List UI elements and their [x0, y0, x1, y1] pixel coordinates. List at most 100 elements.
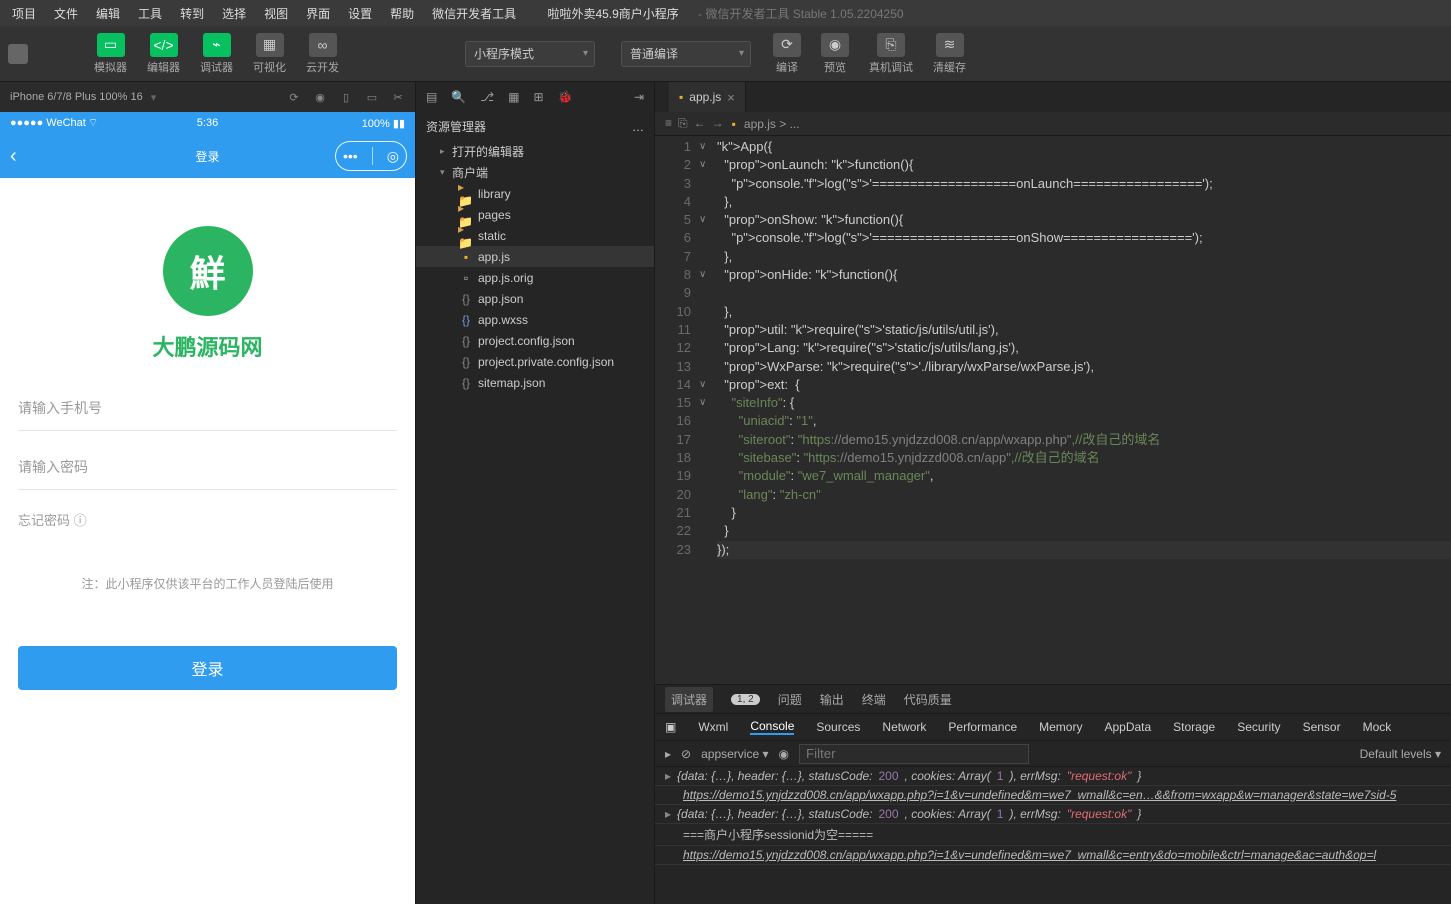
breadcrumb-text[interactable]: app.js > ...	[744, 117, 800, 131]
target-icon[interactable]: ◎	[387, 148, 399, 165]
devtool-tab[interactable]: Memory	[1039, 720, 1082, 734]
back-icon[interactable]: ‹	[10, 145, 17, 168]
explorer-panel: ▤ 🔍 ⎇ ▦ ⊞ 🐞 ⇥ 资源管理器… ▸打开的编辑器 ▾商户端 ▸ 📁lib…	[415, 82, 655, 904]
log-line[interactable]: ▸ {data: {…}, header: {…}, statusCode: 2…	[655, 767, 1451, 786]
menu-item[interactable]: 选择	[214, 1, 254, 26]
list-icon[interactable]: ≡	[665, 116, 672, 131]
output-tab[interactable]: 输出	[820, 691, 844, 708]
tree-open-editors[interactable]: ▸打开的编辑器	[416, 141, 654, 162]
tree-root[interactable]: ▾商户端	[416, 162, 654, 183]
file-icon[interactable]: ▤	[426, 90, 437, 104]
menu-item[interactable]: 微信开发者工具	[424, 1, 524, 26]
tree-item-app.js[interactable]: ▪app.js	[416, 246, 654, 267]
devtool-tab-console[interactable]: Console	[750, 719, 794, 735]
more-icon[interactable]: •••	[343, 148, 358, 164]
menu-item[interactable]: 工具	[130, 1, 170, 26]
refresh-icon[interactable]: ⟳	[287, 90, 301, 104]
tree-item-pages[interactable]: ▸ 📁pages	[416, 204, 654, 225]
devtool-tab[interactable]: Sources	[816, 720, 860, 734]
nav-back-icon[interactable]: ←	[694, 116, 706, 131]
tree-item-library[interactable]: ▸ 📁library	[416, 183, 654, 204]
code-editor[interactable]: 1234567891011121314151617181920212223 ∨∨…	[655, 136, 1451, 684]
menu-item[interactable]: 项目	[4, 1, 44, 26]
menu-item[interactable]: 文件	[46, 1, 86, 26]
device-icon[interactable]: ▯	[339, 90, 353, 104]
menu-item[interactable]: 转到	[172, 1, 212, 26]
log-line[interactable]: ===商户小程序sessionid为空=====	[655, 824, 1451, 846]
terminal-tab[interactable]: 终端	[862, 691, 886, 708]
log-line[interactable]: ▸ {data: {…}, header: {…}, statusCode: 2…	[655, 805, 1451, 824]
bookmark-icon[interactable]: ⎘	[678, 116, 688, 131]
file-tree: ▸打开的编辑器 ▾商户端 ▸ 📁library▸ 📁pages▸ 📁static…	[416, 141, 654, 904]
editor-button[interactable]: </>编辑器	[139, 29, 188, 79]
bug-icon[interactable]: 🐞	[558, 90, 573, 104]
badge-count: 1, 2	[731, 694, 760, 705]
ext2-icon[interactable]: ⊞	[533, 90, 543, 104]
editor-tab[interactable]: ▪ app.js ×	[669, 82, 746, 112]
cloud-button[interactable]: ∞云开发	[298, 29, 347, 79]
debugger-button[interactable]: ⌁调试器	[192, 29, 241, 79]
devtool-tab[interactable]: Storage	[1173, 720, 1215, 734]
clear-cache-button[interactable]: ≋清缓存	[925, 29, 974, 79]
log-line[interactable]: https://demo15.ynjdzzd008.cn/app/wxapp.p…	[655, 786, 1451, 805]
menu-item[interactable]: 视图	[256, 1, 296, 26]
more-icon[interactable]: …	[632, 120, 644, 134]
phone-input[interactable]: 请输入手机号	[18, 386, 397, 431]
ext-icon[interactable]: ▦	[508, 90, 519, 104]
menu-item[interactable]: 界面	[298, 1, 338, 26]
tree-item-app.js.orig[interactable]: ▫app.js.orig	[416, 267, 654, 288]
filter-input[interactable]	[799, 744, 1029, 764]
compile-dropdown[interactable]: 普通编译	[621, 41, 751, 67]
problems-tab[interactable]: 问题	[778, 691, 802, 708]
devtool-tab[interactable]: Wxml	[698, 720, 728, 734]
select-icon[interactable]: ▣	[665, 720, 676, 734]
menu-item[interactable]: 帮助	[382, 1, 422, 26]
simulator-button[interactable]: ▭模拟器	[86, 29, 135, 79]
record-icon[interactable]: ◉	[313, 90, 327, 104]
menu-item[interactable]: 设置	[340, 1, 380, 26]
tree-item-app.json[interactable]: {}app.json	[416, 288, 654, 309]
login-button[interactable]: 登录	[18, 646, 397, 690]
devtool-tab[interactable]: Performance	[948, 720, 1017, 734]
mode-dropdown[interactable]: 小程序模式	[465, 41, 595, 67]
tree-item-sitemap.json[interactable]: {}sitemap.json	[416, 372, 654, 393]
password-input[interactable]: 请输入密码	[18, 445, 397, 490]
remote-debug-button[interactable]: ⎘真机调试	[861, 29, 921, 79]
device-label[interactable]: iPhone 6/7/8 Plus 100% 16	[10, 91, 143, 103]
devtool-tab[interactable]: Mock	[1363, 720, 1392, 734]
tree-item-project.private.config.json[interactable]: {}project.private.config.json	[416, 351, 654, 372]
debugger-tab[interactable]: 调试器	[665, 687, 713, 712]
devtool-tab[interactable]: Sensor	[1303, 720, 1341, 734]
devtool-tab[interactable]: Network	[882, 720, 926, 734]
rotate-icon[interactable]: ▭	[365, 90, 379, 104]
cut-icon[interactable]: ✂	[391, 90, 405, 104]
capsule[interactable]: ••• ◎	[335, 141, 407, 171]
app-icon	[8, 44, 28, 64]
js-icon: ▪	[679, 90, 683, 104]
preview-button[interactable]: ◉预览	[813, 29, 857, 79]
compile-button[interactable]: ⟳编译	[765, 29, 809, 79]
tree-item-static[interactable]: ▸ 📁static	[416, 225, 654, 246]
branch-icon[interactable]: ⎇	[480, 90, 494, 104]
quality-tab[interactable]: 代码质量	[904, 691, 952, 708]
menu-item[interactable]: 编辑	[88, 1, 128, 26]
brand-text: 大鹏源码网	[18, 330, 397, 362]
clear-icon[interactable]: ⊘	[681, 747, 691, 761]
eye-icon[interactable]: ◉	[778, 747, 788, 761]
menubar: 项目 文件 编辑 工具 转到 选择 视图 界面 设置 帮助 微信开发者工具 啦啦…	[0, 0, 1451, 26]
collapse-icon[interactable]: ⇥	[634, 90, 644, 104]
search-icon[interactable]: 🔍	[451, 90, 466, 104]
status-bar: ●●●●● WeChat⌔ 5:36 100% ▮▮	[0, 112, 415, 134]
devtool-tab[interactable]: AppData	[1104, 720, 1151, 734]
log-line[interactable]: https://demo15.ynjdzzd008.cn/app/wxapp.p…	[655, 846, 1451, 865]
visual-button[interactable]: ▦可视化	[245, 29, 294, 79]
levels-select[interactable]: Default levels ▾	[1360, 747, 1441, 761]
close-icon[interactable]: ×	[727, 90, 735, 105]
devtool-tab[interactable]: Security	[1237, 720, 1280, 734]
toggle-icon[interactable]: ▸	[665, 747, 671, 761]
tree-item-project.config.json[interactable]: {}project.config.json	[416, 330, 654, 351]
forgot-password[interactable]: 忘记密码 ⓘ	[18, 504, 397, 535]
nav-fwd-icon[interactable]: →	[712, 116, 724, 131]
context-select[interactable]: appservice ▾	[701, 747, 768, 761]
tree-item-app.wxss[interactable]: {}app.wxss	[416, 309, 654, 330]
